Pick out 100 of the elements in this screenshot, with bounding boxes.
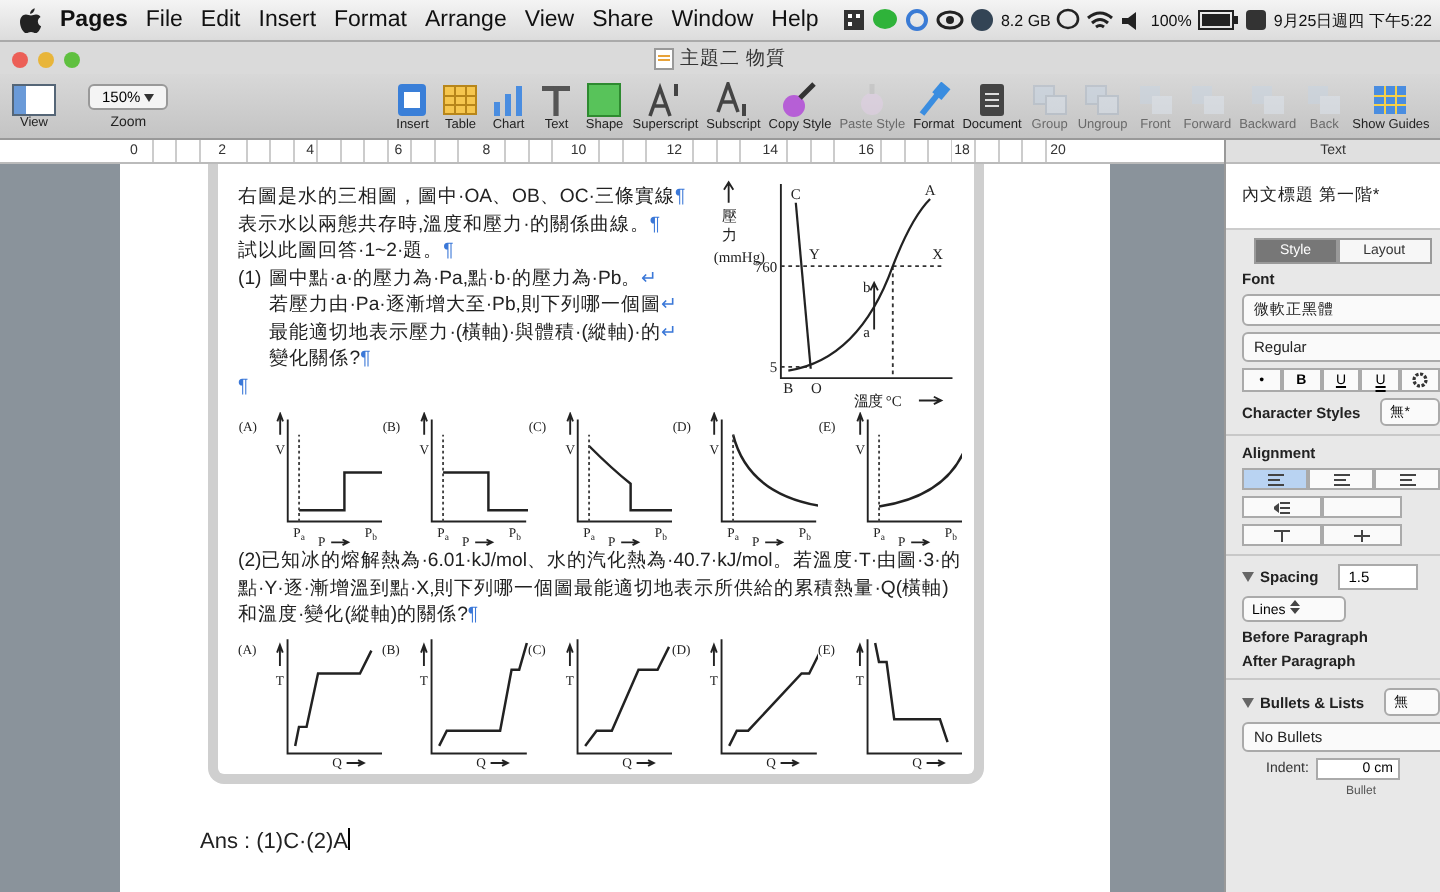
graph-line (293, 649, 373, 746)
axis-label: 壓 (721, 207, 736, 226)
grid-status-icon[interactable] (842, 8, 867, 32)
x-axis-arrow (635, 758, 656, 766)
dashed-line (780, 365, 809, 368)
stepper-arrows-icon (1289, 600, 1300, 614)
align-button[interactable] (1374, 468, 1440, 490)
axes (576, 418, 673, 523)
grid-icon (1370, 81, 1411, 117)
point-label: Y (809, 244, 821, 263)
valign-button[interactable] (1242, 524, 1322, 546)
y-axis-arrow (710, 641, 719, 666)
document-icon (654, 48, 675, 70)
point-label: C (791, 185, 801, 203)
align-button[interactable] (1242, 468, 1308, 490)
menu-item[interactable]: Format (334, 8, 407, 32)
paragraph: 試以此圖回答·1~2·題。¶ (238, 238, 456, 265)
graph-line (873, 641, 948, 742)
x-axis-arrow (909, 538, 930, 547)
x-axis-arrow (764, 538, 785, 547)
pressure-arrow (869, 280, 879, 331)
disclosure-triangle-icon[interactable] (1242, 572, 1254, 582)
indent-button[interactable] (1242, 496, 1322, 518)
axes (721, 637, 818, 754)
align-icon (1399, 473, 1415, 485)
align-icon (1267, 473, 1283, 485)
graph-line (299, 471, 383, 512)
x-axis-arrow (490, 758, 511, 766)
graph-line (728, 649, 818, 746)
wifi-icon[interactable] (1086, 9, 1115, 31)
point-label: a (863, 323, 871, 342)
x-axis-arrow (330, 538, 351, 547)
y-axis-arrow (723, 180, 735, 204)
y-axis-arrow (276, 641, 284, 666)
menu-item[interactable]: File (145, 8, 183, 32)
x-axis-arrow (475, 538, 496, 547)
answer-text: Ans : (1)C·(2)A (200, 827, 352, 853)
align-middle-icon (1354, 529, 1370, 541)
menu-item[interactable]: Window (671, 8, 754, 32)
paragraph-mark: ¶ (238, 373, 251, 400)
question-text: (2)已知冰的熔解熱為·6.01·kJ/mol、水的汽化熱為·40.7·kJ/mol。若溫度·T·由圖·3·的點·Y·逐·漸增溫到點·X,則下列哪一個圖最能適切地表示所供給的累積熱量·Q(橫軸)和溫度·變化(縱軸)的關係?¶ (238, 548, 962, 629)
paragraph: 表示水以兩態共存時,溫度和壓力·的關係曲線。¶ (238, 211, 663, 238)
battery-percentage: 100% (1150, 11, 1192, 29)
axis-label: 溫度 °C (854, 392, 902, 411)
y-axis-arrow (276, 412, 284, 436)
axes (431, 418, 528, 523)
point-label: A (924, 181, 936, 200)
y-axis-arrow (710, 412, 719, 436)
point-label: b (863, 278, 871, 297)
tick-label: 5 (769, 358, 778, 377)
x-axis-arrow (345, 758, 366, 766)
x-axis-arrow (924, 758, 946, 766)
axes (865, 637, 963, 754)
paragraph-style-name[interactable]: 內文標題 第一階* (1226, 164, 1440, 230)
settings-button[interactable] (1400, 368, 1440, 392)
axes (286, 418, 383, 523)
point-label: X (932, 244, 944, 263)
memory-usage: 8.2 GB (1000, 11, 1051, 29)
x-axis-arrow (619, 538, 640, 547)
axes (286, 637, 383, 754)
valign-button[interactable] (1322, 524, 1402, 546)
apple-icon[interactable] (20, 7, 42, 33)
menu-item[interactable]: Share (592, 8, 654, 32)
menu-item[interactable]: Help (771, 8, 819, 32)
disclosure-triangle-icon[interactable] (1242, 697, 1254, 707)
menu-item[interactable]: Edit (200, 8, 241, 32)
menu-item[interactable]: Insert (258, 8, 317, 32)
graph-line (443, 471, 528, 512)
x-axis-arrow (780, 758, 801, 766)
align-button[interactable] (1308, 468, 1374, 490)
y-axis-arrow (566, 412, 574, 436)
menu-item[interactable]: Pages (60, 8, 128, 32)
window-title: 主題二 物質 (680, 46, 786, 72)
graph-line (732, 434, 818, 508)
question-text: 圖中點·a·的壓力為·Pa,點·b·的壓力為·Pb。↵ 若壓力由·Pa·逐漸增大至·Pb,則下列哪一個圖↵ 最能適切地表示壓力·(橫軸)·與體積·(縱軸)·的↵ 變化關係?¶ (269, 265, 677, 373)
y-axis-arrow (565, 641, 574, 666)
menu-item[interactable]: Arrange (424, 8, 507, 32)
align-top-icon (1274, 529, 1290, 541)
indent-icon (1274, 501, 1290, 513)
paragraph: 右圖是水的三相圖，圖中·OA、OB、OC·三條實線¶ (238, 184, 688, 211)
menu-bar-clock[interactable]: 9月25日週四 下午5:22 (1273, 9, 1432, 31)
axes (721, 418, 818, 523)
point-label: B (783, 379, 794, 397)
battery-icon[interactable] (1197, 10, 1238, 30)
eye-icon[interactable] (936, 8, 965, 32)
dropper-icon (779, 81, 820, 117)
x-axis-arrow (918, 395, 944, 406)
question-number: (1) (238, 265, 262, 293)
caret-icon (144, 93, 155, 101)
table-icon (440, 81, 481, 117)
point-label: O (811, 379, 822, 397)
axis-label: 力 (721, 226, 736, 245)
gear-icon (1412, 372, 1429, 388)
y-axis-arrow (855, 412, 864, 436)
y-axis-arrow (421, 412, 429, 436)
y-axis-arrow (855, 641, 863, 666)
y-axis-arrow (420, 641, 429, 666)
group-icon (1082, 81, 1123, 117)
graph-line (587, 445, 673, 512)
menu-item[interactable]: View (524, 8, 575, 32)
